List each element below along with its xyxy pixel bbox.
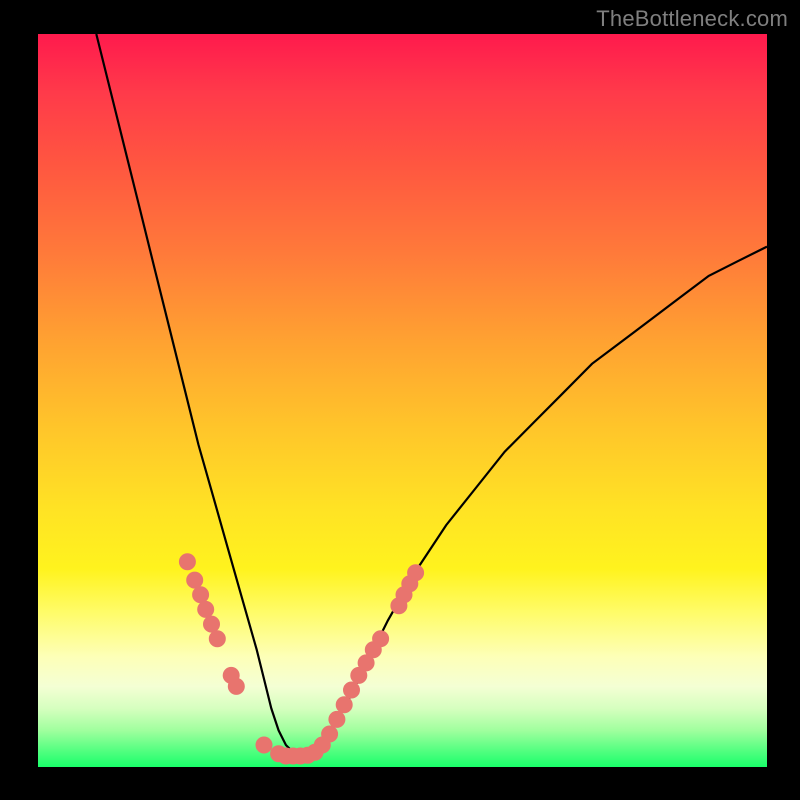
curve-marker (256, 737, 272, 753)
curve-marker (322, 726, 338, 742)
curve-marker (179, 554, 195, 570)
curve-marker (187, 572, 203, 588)
curve-marker (204, 616, 220, 632)
curve-marker (329, 711, 345, 727)
curve-marker (228, 678, 244, 694)
bottleneck-curve-svg (38, 34, 767, 767)
curve-marker (336, 697, 352, 713)
watermark-text: TheBottleneck.com (596, 6, 788, 32)
marker-group (179, 554, 423, 764)
curve-marker (344, 682, 360, 698)
curve-marker (193, 587, 209, 603)
curve-marker (408, 565, 424, 581)
curve-marker (198, 601, 214, 617)
chart-frame: TheBottleneck.com (0, 0, 800, 800)
curve-marker (209, 631, 225, 647)
plot-area (38, 34, 767, 767)
curve-path (96, 34, 767, 752)
curve-marker (373, 631, 389, 647)
